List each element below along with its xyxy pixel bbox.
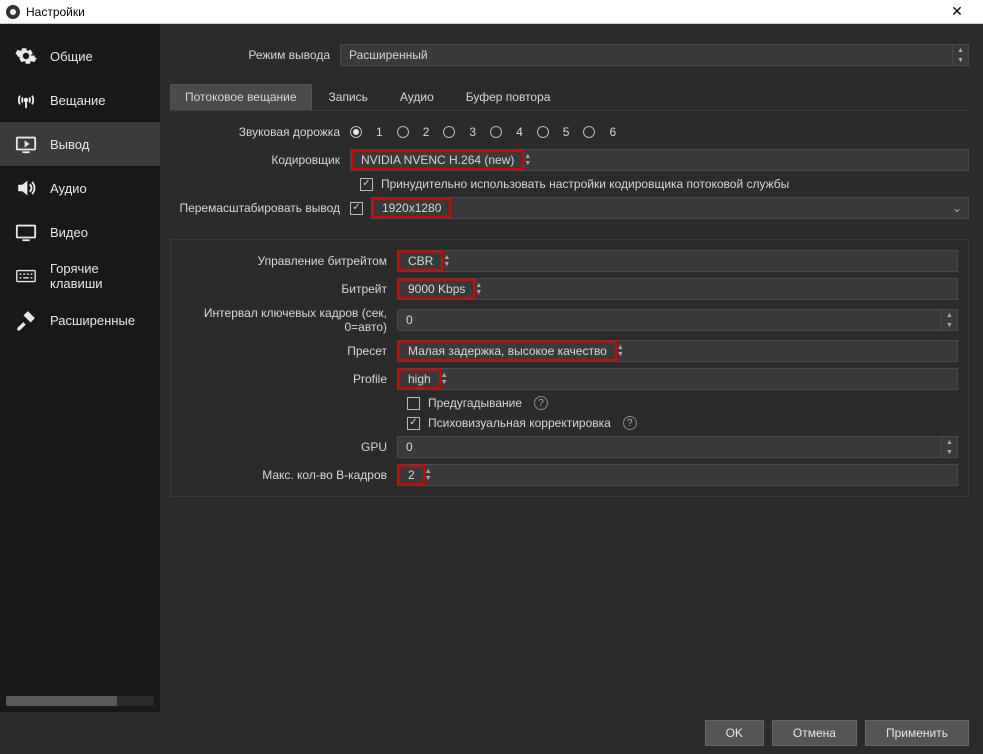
sidebar-item-hotkeys[interactable]: Горячие клавиши: [0, 254, 160, 298]
tab-streaming[interactable]: Потоковое вещание: [170, 84, 312, 110]
updown-icon: ▲▼: [425, 468, 432, 482]
output-tabs: Потоковое вещание Запись Аудио Буфер пов…: [170, 84, 969, 111]
window-title: Настройки: [26, 5, 937, 19]
audio-track-4[interactable]: [490, 126, 502, 138]
output-icon: [14, 132, 38, 156]
help-icon[interactable]: ?: [623, 416, 637, 430]
rescale-checkbox[interactable]: [350, 202, 363, 215]
sidebar-item-label: Горячие клавиши: [50, 261, 146, 291]
keyframe-label: Интервал ключевых кадров (сек, 0=авто): [177, 306, 397, 334]
rescale-label: Перемасштабировать вывод: [170, 201, 350, 215]
encoder-select[interactable]: NVIDIA NVENC H.264 (new) ▲▼: [350, 149, 969, 171]
sidebar: Общие Вещание Вывод Аудио Видео Горячие …: [0, 24, 160, 712]
bitrate-label: Битрейт: [177, 282, 397, 296]
updown-icon: ▲▼: [475, 282, 482, 296]
tab-replay-buffer[interactable]: Буфер повтора: [451, 84, 566, 110]
sidebar-item-general[interactable]: Общие: [0, 34, 160, 78]
chevron-down-icon: ⌄: [952, 201, 962, 215]
enforce-label: Принудительно использовать настройки код…: [381, 177, 789, 191]
gpu-label: GPU: [177, 440, 397, 454]
sidebar-item-output[interactable]: Вывод: [0, 122, 160, 166]
updown-icon: ▲▼: [941, 437, 957, 457]
sidebar-item-audio[interactable]: Аудио: [0, 166, 160, 210]
rate-control-select[interactable]: CBR ▲▼: [397, 250, 958, 272]
close-button[interactable]: ✕: [937, 0, 977, 24]
audio-track-5[interactable]: [537, 126, 549, 138]
apply-button[interactable]: Применить: [865, 720, 969, 746]
updown-icon: ▲▼: [617, 344, 624, 358]
audio-icon: [14, 176, 38, 200]
sidebar-item-label: Аудио: [50, 181, 87, 196]
sidebar-item-label: Вещание: [50, 93, 106, 108]
bframes-label: Макс. кол-во B-кадров: [177, 468, 397, 482]
main-panel: Режим вывода Расширенный ▲▼ Потоковое ве…: [160, 24, 983, 712]
audio-track-label: Звуковая дорожка: [170, 125, 350, 139]
preset-select[interactable]: Малая задержка, высокое качество ▲▼: [397, 340, 958, 362]
audio-track-6[interactable]: [583, 126, 595, 138]
help-icon[interactable]: ?: [534, 396, 548, 410]
profile-label: Profile: [177, 372, 397, 386]
sidebar-item-label: Расширенные: [50, 313, 135, 328]
sidebar-item-label: Вывод: [50, 137, 89, 152]
gear-icon: [14, 44, 38, 68]
output-mode-label: Режим вывода: [170, 48, 340, 62]
keyboard-icon: [14, 264, 38, 288]
updown-icon: ▲▼: [443, 254, 450, 268]
lookahead-checkbox[interactable]: [407, 397, 420, 410]
app-icon: [6, 5, 20, 19]
rate-control-label: Управление битрейтом: [177, 254, 397, 268]
gpu-input[interactable]: 0 ▲▼: [397, 436, 958, 458]
keyframe-input[interactable]: 0 ▲▼: [397, 309, 958, 331]
sidebar-item-stream[interactable]: Вещание: [0, 78, 160, 122]
sidebar-item-label: Видео: [50, 225, 88, 240]
dialog-button-bar: OK Отмена Применить: [0, 712, 983, 754]
rescale-select[interactable]: 1920x1280 ⌄: [371, 197, 969, 219]
tab-audio[interactable]: Аудио: [385, 84, 449, 110]
tab-recording[interactable]: Запись: [314, 84, 383, 110]
updown-icon: ▲▼: [941, 310, 957, 330]
output-mode-select[interactable]: Расширенный ▲▼: [340, 44, 969, 66]
sidebar-scrollbar[interactable]: [6, 696, 154, 706]
audio-track-group: 1 2 3 4 5 6: [350, 125, 969, 139]
cancel-button[interactable]: Отмена: [772, 720, 857, 746]
lookahead-label: Предугадывание: [428, 396, 522, 410]
psycho-label: Психовизуальная корректировка: [428, 416, 611, 430]
sidebar-item-advanced[interactable]: Расширенные: [0, 298, 160, 342]
sidebar-item-video[interactable]: Видео: [0, 210, 160, 254]
audio-track-3[interactable]: [443, 126, 455, 138]
audio-track-1[interactable]: [350, 126, 362, 138]
encoder-label: Кодировщик: [170, 153, 350, 167]
titlebar: Настройки ✕: [0, 0, 983, 24]
video-icon: [14, 220, 38, 244]
enforce-checkbox[interactable]: [360, 178, 373, 191]
ok-button[interactable]: OK: [705, 720, 764, 746]
updown-icon: ▲▼: [441, 372, 448, 386]
audio-track-2[interactable]: [397, 126, 409, 138]
tools-icon: [14, 308, 38, 332]
encoder-settings-section: Управление битрейтом CBR ▲▼ Битрейт 9000…: [170, 239, 969, 497]
bitrate-input[interactable]: 9000 Kbps ▲▼: [397, 278, 958, 300]
broadcast-icon: [14, 88, 38, 112]
updown-icon: ▲▼: [524, 153, 531, 167]
psycho-checkbox[interactable]: [407, 417, 420, 430]
updown-icon: ▲▼: [952, 45, 968, 65]
bframes-input[interactable]: 2 ▲▼: [397, 464, 958, 486]
profile-select[interactable]: high ▲▼: [397, 368, 958, 390]
sidebar-item-label: Общие: [50, 49, 93, 64]
preset-label: Пресет: [177, 344, 397, 358]
